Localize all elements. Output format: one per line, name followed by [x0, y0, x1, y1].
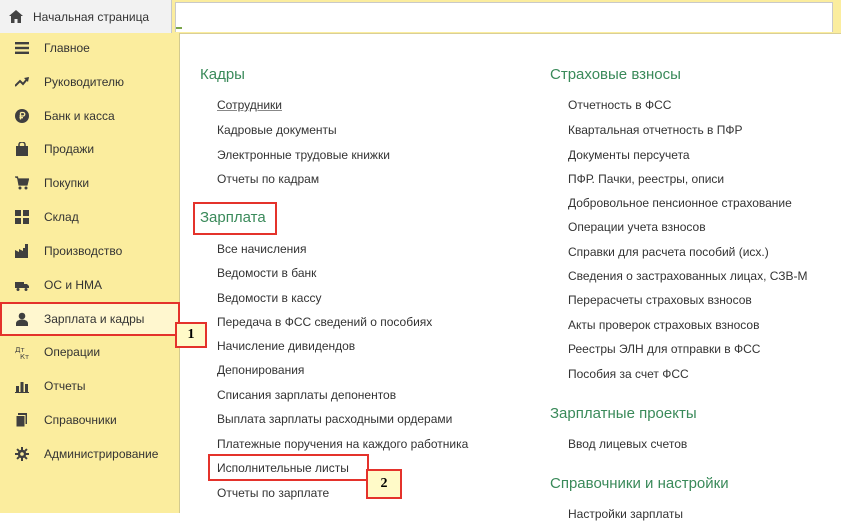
- link-employees[interactable]: Сотрудники: [217, 98, 282, 112]
- sidebar-item-label: Руководителю: [44, 75, 125, 89]
- trend-icon: [15, 77, 29, 87]
- link-cash-statements[interactable]: Ведомости в кассу: [217, 291, 321, 305]
- factory-icon: [15, 244, 28, 258]
- svg-text:Кт: Кт: [20, 353, 29, 359]
- link-contribution-operations[interactable]: Операции учета взносов: [568, 220, 706, 234]
- truck-icon: [15, 282, 29, 291]
- books-icon: [15, 413, 27, 427]
- warehouse-grid-icon: [15, 210, 29, 224]
- sidebar-item-reports[interactable]: Отчеты: [0, 371, 180, 401]
- link-hr-documents[interactable]: Кадровые документы: [217, 123, 337, 137]
- sidebar-item-label: Отчеты: [44, 379, 86, 393]
- link-pfr-packs[interactable]: ПФР. Пачки, реестры, описи: [568, 172, 724, 186]
- link-personal-accounting-docs[interactable]: Документы персучета: [568, 148, 690, 162]
- shopping-bag-icon: [16, 142, 28, 156]
- link-employee-payment-orders[interactable]: Платежные поручения на каждого работника: [217, 437, 468, 451]
- link-audit-acts[interactable]: Акты проверок страховых взносов: [568, 318, 759, 332]
- link-szv-m[interactable]: Сведения о застрахованных лицах, СЗВ-М: [568, 269, 808, 283]
- link-voluntary-pension[interactable]: Добровольное пенсионное страхование: [568, 196, 792, 210]
- link-all-accruals[interactable]: Все начисления: [217, 242, 307, 256]
- link-deposits[interactable]: Депонирования: [217, 363, 304, 377]
- bar-chart-icon: [15, 382, 29, 393]
- callout-2: 2: [366, 469, 402, 499]
- link-e-workbooks[interactable]: Электронные трудовые книжки: [217, 148, 390, 162]
- section-title-insurance: Страховые взносы: [550, 66, 681, 83]
- link-fss-benefits[interactable]: Передача в ФСС сведений о пособиях: [217, 315, 432, 329]
- sidebar-item-sales[interactable]: Продажи: [0, 134, 180, 164]
- sidebar-item-salary-hr[interactable]: Зарплата и кадры: [0, 302, 180, 336]
- active-tab-marker: [176, 27, 182, 29]
- sidebar-item-assets[interactable]: ОС и НМА: [0, 270, 180, 300]
- section-title-settings: Справочники и настройки: [550, 475, 729, 492]
- sidebar-item-label: Банк и касса: [44, 109, 115, 123]
- home-icon: [9, 10, 23, 23]
- cart-icon: [15, 176, 29, 190]
- link-bank-statements[interactable]: Ведомости в банк: [217, 266, 316, 280]
- link-personal-accounts-input[interactable]: Ввод лицевых счетов: [568, 437, 687, 451]
- section-title-zarplata: Зарплата: [200, 209, 266, 226]
- top-bar: Начальная страница: [0, 0, 841, 34]
- link-salary-settings[interactable]: Настройки зарплаты: [568, 507, 683, 521]
- link-recalculations[interactable]: Перерасчеты страховых взносов: [568, 293, 752, 307]
- home-tab-label: Начальная страница: [33, 9, 150, 24]
- sidebar-item-manager[interactable]: Руководителю: [0, 67, 180, 97]
- section-title-kadry: Кадры: [200, 66, 245, 83]
- sidebar-item-label: Склад: [44, 210, 79, 224]
- sidebar-item-label: Покупки: [44, 176, 90, 190]
- person-icon: [16, 312, 28, 326]
- link-pfr-quarterly[interactable]: Квартальная отчетность в ПФР: [568, 123, 743, 137]
- section-panel-header: [175, 2, 833, 32]
- link-cash-order-payments[interactable]: Выплата зарплаты расходными ордерами: [217, 412, 452, 426]
- sidebar-item-bank[interactable]: Банк и касса: [0, 101, 180, 131]
- home-tab[interactable]: Начальная страница: [0, 0, 172, 33]
- link-hr-reports[interactable]: Отчеты по кадрам: [217, 172, 319, 186]
- link-fss-reporting[interactable]: Отчетность в ФСС: [568, 98, 671, 112]
- ruble-coin-icon: [15, 109, 29, 123]
- section-panel: Кадры Сотрудники Кадровые документы Элек…: [181, 33, 841, 521]
- link-writs-of-execution[interactable]: Исполнительные листы: [217, 461, 349, 475]
- sidebar-item-label: Зарплата и кадры: [44, 312, 145, 326]
- link-deposit-writeoffs[interactable]: Списания зарплаты депонентов: [217, 388, 396, 402]
- sidebar-item-warehouse[interactable]: Склад: [0, 202, 180, 232]
- sidebar-item-main[interactable]: Главное: [0, 33, 180, 63]
- menu-icon: [15, 42, 29, 54]
- link-salary-reports[interactable]: Отчеты по зарплате: [217, 486, 329, 500]
- sidebar-item-operations[interactable]: Дт Кт Операции: [0, 337, 180, 367]
- section-title-salary-projects: Зарплатные проекты: [550, 405, 697, 422]
- sidebar-item-references[interactable]: Справочники: [0, 405, 180, 435]
- sidebar-item-label: Администрирование: [44, 447, 159, 461]
- gear-icon: [15, 447, 29, 461]
- link-dividends[interactable]: Начисление дивидендов: [217, 339, 355, 353]
- link-benefit-certificates[interactable]: Справки для расчета пособий (исх.): [568, 245, 769, 259]
- debit-credit-icon: ДтКт: [15, 346, 29, 359]
- link-eln-registers[interactable]: Реестры ЭЛН для отправки в ФСС: [568, 342, 760, 356]
- sidebar-item-label: ОС и НМА: [44, 278, 103, 292]
- sidebar-item-label: Главное: [44, 41, 90, 55]
- sidebar-item-label: Справочники: [44, 413, 117, 427]
- sidebar-item-administration[interactable]: Администрирование: [0, 439, 180, 469]
- sidebar-item-label: Операции: [44, 345, 101, 359]
- sidebar-item-purchases[interactable]: Покупки: [0, 168, 180, 198]
- link-fss-benefits-paid[interactable]: Пособия за счет ФСС: [568, 367, 689, 381]
- sidebar-item-label: Продажи: [44, 142, 95, 156]
- sidebar: Главное Руководителю Банк и касса Продаж…: [0, 33, 180, 513]
- sidebar-item-label: Производство: [44, 244, 123, 258]
- sidebar-item-production[interactable]: Производство: [0, 236, 180, 266]
